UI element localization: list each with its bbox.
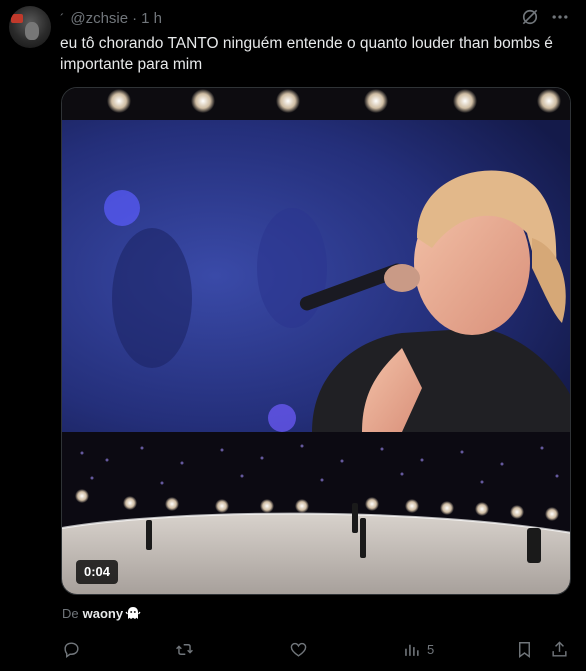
repost-button[interactable]	[175, 636, 200, 662]
action-bar: 5	[60, 636, 576, 662]
display-name[interactable]: ´	[60, 11, 64, 26]
share-icon	[552, 640, 567, 657]
header-separator: ·	[132, 9, 138, 27]
share-button[interactable]	[550, 636, 569, 662]
video-player[interactable]	[61, 87, 571, 595]
bookmark-button[interactable]	[515, 636, 534, 662]
repost-icon	[176, 643, 193, 655]
video-duration: 0:04	[76, 560, 119, 584]
more-options-icon[interactable]	[550, 7, 570, 27]
reply-icon	[64, 641, 79, 658]
avatar[interactable]	[9, 6, 51, 48]
post-text: eu tô chorando TANTO ninguém entende o q…	[60, 35, 553, 73]
grok-icon[interactable]	[520, 7, 540, 27]
views-icon	[405, 644, 419, 656]
heart-icon	[290, 642, 307, 657]
source-prefix: De	[62, 605, 79, 621]
post-header: ´ @zchsie · 1 h	[60, 8, 162, 28]
post: ´ @zchsie · 1 h eu tô chorando TANTO nin…	[0, 0, 586, 671]
ghost-emoji-icon	[125, 607, 141, 619]
like-button[interactable]	[289, 636, 314, 662]
author-handle[interactable]: @zchsie	[70, 10, 128, 27]
timestamp[interactable]: 1 h	[141, 10, 162, 27]
views-count: 5	[427, 641, 435, 657]
bookmark-icon	[519, 641, 530, 658]
video-source-attribution: De waony	[62, 605, 141, 621]
video-frame	[62, 88, 570, 594]
reply-button[interactable]	[62, 636, 87, 662]
views-button[interactable]: 5	[402, 636, 434, 662]
source-handle[interactable]: waony	[83, 606, 123, 621]
